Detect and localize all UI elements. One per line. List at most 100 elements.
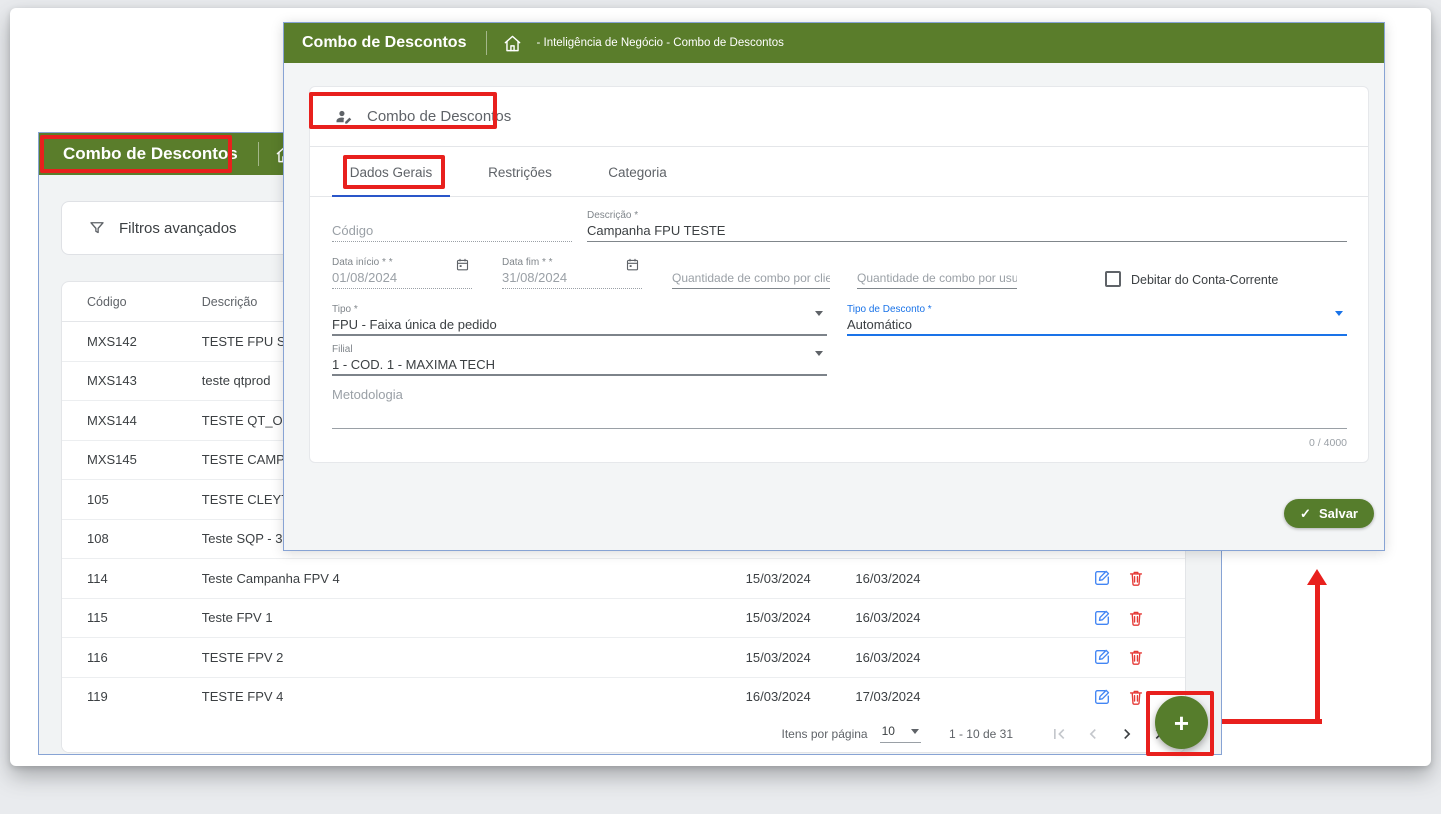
data-fim-value: 31/08/2024	[502, 269, 642, 289]
data-fim-field: Data fim * * 31/08/2024	[502, 257, 642, 289]
qtd-combo-usuario-placeholder: Quantidade de combo por usuário	[857, 269, 1017, 289]
header-divider	[258, 142, 259, 166]
annotation-arrow-head	[1307, 569, 1327, 585]
qtd-combo-cliente-field[interactable]: Quantidade de combo por clien...	[672, 269, 830, 289]
tipo-value: FPU - Faixa única de pedido	[332, 316, 827, 336]
delete-icon[interactable]	[1127, 648, 1145, 666]
cell-data-fim: 16/03/2024	[855, 610, 965, 625]
combo-form-card: Combo de Descontos Dados Gerais Restriçõ…	[309, 86, 1369, 463]
cell-data-fim: 17/03/2024	[855, 689, 965, 704]
filial-label: Filial	[332, 344, 827, 356]
tipo-label: Tipo *	[332, 304, 827, 316]
delete-icon[interactable]	[1127, 688, 1145, 706]
data-inicio-value: 01/08/2024	[332, 269, 472, 289]
descricao-value: Campanha FPU TESTE	[587, 222, 1347, 242]
cell-descricao: Teste Campanha FPV 4	[202, 571, 746, 586]
next-page-icon[interactable]	[1113, 720, 1141, 748]
dropdown-icon	[911, 729, 919, 734]
metodologia-field[interactable]: Metodologia	[332, 387, 1347, 429]
dropdown-icon	[815, 351, 823, 356]
tipo-desconto-value: Automático	[847, 316, 1347, 336]
items-per-page-select[interactable]: 10	[880, 724, 921, 743]
filial-value: 1 - COD. 1 - MAXIMA TECH	[332, 356, 827, 376]
table-row[interactable]: 114 Teste Campanha FPV 4 15/03/2024 16/0…	[62, 559, 1185, 599]
pagination-bar: Itens por página 10 1 - 10 de 31	[62, 715, 1185, 752]
metodologia-label: Metodologia	[332, 387, 1347, 402]
cell-data-inicio: 15/03/2024	[746, 650, 856, 665]
annotation-arrow-vertical	[1315, 584, 1320, 724]
filter-icon	[88, 219, 106, 237]
cell-descricao: Teste FPV 1	[202, 610, 746, 625]
tipo-desconto-select[interactable]: Tipo de Desconto * Automático	[847, 304, 1347, 336]
tab-dados-gerais[interactable]: Dados Gerais	[332, 147, 450, 197]
check-icon: ✓	[1300, 506, 1311, 522]
edit-icon[interactable]	[1093, 569, 1111, 587]
edit-icon[interactable]	[1093, 609, 1111, 627]
form-card-header: Combo de Descontos	[310, 87, 1368, 147]
row-actions	[965, 569, 1185, 587]
cell-codigo: 108	[62, 531, 202, 546]
modal-header: Combo de Descontos - Inteligência de Neg…	[284, 23, 1384, 63]
cell-codigo: MXS145	[62, 452, 202, 467]
column-header-codigo: Código	[62, 295, 202, 309]
save-button[interactable]: ✓ Salvar	[1284, 499, 1374, 528]
dropdown-icon	[1335, 311, 1343, 316]
edit-icon[interactable]	[1093, 648, 1111, 666]
dropdown-icon	[815, 311, 823, 316]
form-card-title: Combo de Descontos	[367, 108, 511, 125]
cell-codigo: MXS143	[62, 373, 202, 388]
active-tab-indicator	[332, 195, 450, 197]
form-tabs: Dados Gerais Restrições Categoria	[310, 147, 1368, 197]
person-edit-icon	[334, 107, 354, 127]
delete-icon[interactable]	[1127, 609, 1145, 627]
qtd-combo-cliente-placeholder: Quantidade de combo por clien...	[672, 269, 830, 289]
cell-data-inicio: 15/03/2024	[746, 610, 856, 625]
tipo-desconto-label: Tipo de Desconto *	[847, 304, 1347, 316]
save-button-label: Salvar	[1319, 506, 1358, 521]
pagination-range: 1 - 10 de 31	[949, 727, 1013, 741]
cell-codigo: 115	[62, 610, 202, 625]
data-inicio-field: Data início * * 01/08/2024	[332, 257, 472, 289]
metodologia-value	[332, 402, 1347, 429]
cell-descricao: TESTE FPV 2	[202, 650, 746, 665]
table-row[interactable]: 116 TESTE FPV 2 15/03/2024 16/03/2024	[62, 638, 1185, 678]
modal-title: Combo de Descontos	[302, 34, 466, 52]
qtd-combo-usuario-field[interactable]: Quantidade de combo por usuário	[857, 269, 1017, 289]
app-canvas: Combo de Descontos Filtros avançados Cód…	[10, 8, 1431, 766]
home-icon[interactable]	[503, 34, 522, 53]
descricao-label: Descrição *	[587, 210, 1347, 222]
prev-page-icon[interactable]	[1079, 720, 1107, 748]
tab-categoria[interactable]: Categoria	[585, 147, 690, 197]
codigo-label: Código	[332, 222, 572, 242]
cell-descricao: TESTE FPV 4	[202, 689, 746, 704]
add-combo-button[interactable]: +	[1155, 696, 1208, 749]
descricao-field[interactable]: Descrição * Campanha FPU TESTE	[587, 210, 1347, 242]
table-row[interactable]: 115 Teste FPV 1 15/03/2024 16/03/2024	[62, 599, 1185, 639]
row-actions	[965, 609, 1185, 627]
table-row[interactable]: 119 TESTE FPV 4 16/03/2024 17/03/2024	[62, 678, 1185, 718]
modal-window: Combo de Descontos - Inteligência de Neg…	[283, 22, 1385, 551]
row-actions	[965, 688, 1185, 706]
items-per-page-label: Itens por página	[782, 727, 868, 741]
debitar-label: Debitar do Conta-Corrente	[1131, 273, 1278, 287]
edit-icon[interactable]	[1093, 688, 1111, 706]
filial-select[interactable]: Filial 1 - COD. 1 - MAXIMA TECH	[332, 344, 827, 376]
add-icon: +	[1174, 710, 1189, 736]
data-inicio-label: Data início * *	[332, 257, 472, 269]
tipo-select[interactable]: Tipo * FPU - Faixa única de pedido	[332, 304, 827, 336]
cell-codigo: MXS142	[62, 334, 202, 349]
delete-icon[interactable]	[1127, 569, 1145, 587]
calendar-icon[interactable]	[625, 257, 640, 272]
row-actions	[965, 648, 1185, 666]
calendar-icon[interactable]	[455, 257, 470, 272]
debitar-checkbox[interactable]	[1105, 271, 1121, 287]
codigo-field: Código	[332, 222, 572, 242]
cell-codigo: 116	[62, 650, 202, 665]
breadcrumb: - Inteligência de Negócio - Combo de Des…	[536, 37, 783, 49]
first-page-icon[interactable]	[1045, 720, 1073, 748]
tab-restricoes[interactable]: Restrições	[470, 147, 570, 197]
header-divider	[486, 31, 487, 55]
cell-data-fim: 16/03/2024	[855, 650, 965, 665]
cell-data-inicio: 15/03/2024	[746, 571, 856, 586]
char-counter: 0 / 4000	[332, 437, 1347, 449]
